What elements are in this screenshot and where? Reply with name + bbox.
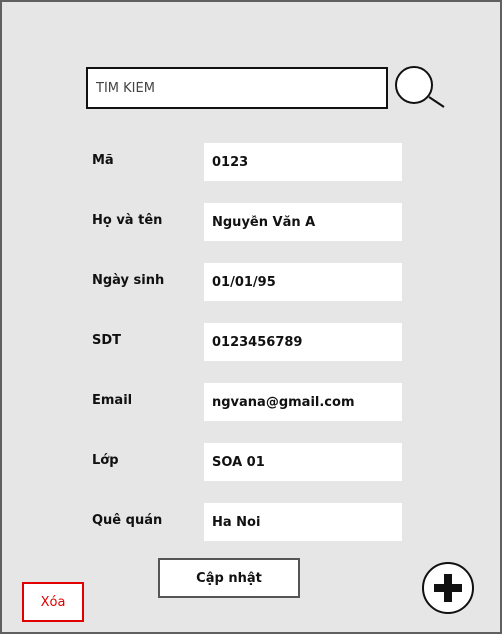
search-input[interactable]: [86, 67, 388, 109]
field-label-sdt: SDT: [92, 333, 122, 348]
field-input-lop[interactable]: [204, 443, 402, 481]
plus-circle-icon: [422, 562, 474, 614]
field-input-ho-va-ten[interactable]: [204, 203, 402, 241]
field-label-lop: Lớp: [92, 453, 119, 468]
search-icon: [395, 66, 445, 108]
app-window: Mã Họ và tên Ngày sinh SDT Email Lớp Quê…: [0, 0, 502, 634]
field-input-sdt[interactable]: [204, 323, 402, 361]
add-button[interactable]: [421, 561, 475, 615]
update-button[interactable]: Cập nhật: [158, 558, 300, 598]
field-label-email: Email: [92, 393, 133, 408]
search-button[interactable]: [394, 66, 448, 112]
field-input-que-quan[interactable]: [204, 503, 402, 541]
field-label-ma: Mã: [92, 153, 114, 168]
field-input-ngay-sinh[interactable]: [204, 263, 402, 301]
field-input-email[interactable]: [204, 383, 402, 421]
field-label-ngay-sinh: Ngày sinh: [92, 273, 165, 288]
field-label-que-quan: Quê quán: [92, 513, 163, 528]
field-input-ma[interactable]: [204, 143, 402, 181]
delete-button[interactable]: Xóa: [22, 582, 84, 622]
field-label-ho-va-ten: Họ và tên: [92, 213, 163, 228]
